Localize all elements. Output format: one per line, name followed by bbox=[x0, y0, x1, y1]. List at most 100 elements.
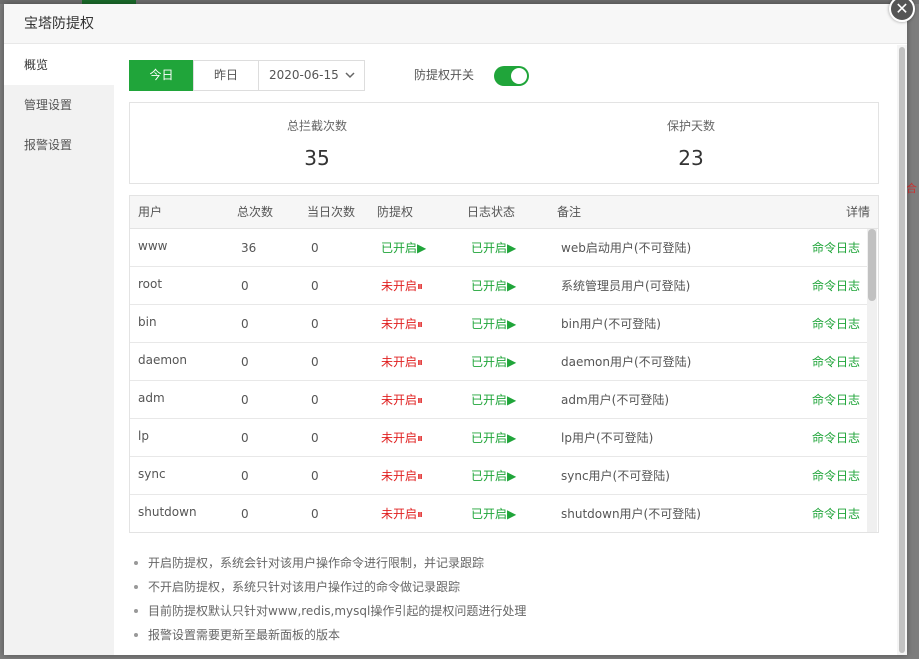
table-row: sync 0 0 未开启⏸ 已开启▶ sync用户(不可登陆) 命令日志 bbox=[130, 457, 868, 495]
chevron-down-icon bbox=[344, 61, 356, 101]
sidebar: 概览 管理设置 报警设置 bbox=[4, 45, 114, 655]
stats-panel: 总拦截次数 35 保护天数 23 bbox=[129, 102, 879, 184]
protect-toggle[interactable]: 未开启⏸ bbox=[381, 419, 423, 457]
cell-total: 0 bbox=[241, 355, 249, 369]
command-log-link[interactable]: 命令日志 bbox=[812, 381, 860, 419]
cell-total: 0 bbox=[241, 431, 249, 445]
log-toggle[interactable]: 已开启▶ bbox=[471, 381, 516, 419]
cell-user: adm bbox=[138, 391, 165, 405]
cell-note: daemon用户(不可登陆) bbox=[561, 355, 692, 369]
cell-user: bin bbox=[138, 315, 157, 329]
blocked-stat: 总拦截次数 35 bbox=[130, 103, 504, 170]
table-row: lp 0 0 未开启⏸ 已开启▶ lp用户(不可登陆) 命令日志 bbox=[130, 419, 868, 457]
log-toggle[interactable]: 已开启▶ bbox=[471, 419, 516, 457]
yesterday-button[interactable]: 昨日 bbox=[193, 60, 259, 91]
protect-toggle[interactable]: 未开启⏸ bbox=[381, 267, 423, 305]
note-item: 开启防提权，系统会针对该用户操作命令进行限制，并记录跟踪 bbox=[132, 551, 879, 575]
cell-note: web启动用户(不可登陆) bbox=[561, 241, 692, 255]
protect-toggle[interactable]: 已开启▶ bbox=[381, 229, 426, 267]
protect-switch[interactable] bbox=[494, 66, 529, 86]
header-today: 当日次数 bbox=[307, 205, 356, 219]
cell-today: 0 bbox=[311, 431, 319, 445]
header-detail: 详情 bbox=[845, 205, 870, 219]
sidebar-item-alerts[interactable]: 报警设置 bbox=[4, 125, 114, 165]
log-toggle[interactable]: 已开启▶ bbox=[471, 343, 516, 381]
cell-note: adm用户(不可登陆) bbox=[561, 393, 670, 407]
date-select[interactable]: 2020-06-15 bbox=[258, 60, 365, 91]
switch-knob bbox=[511, 68, 527, 84]
cell-total: 0 bbox=[241, 507, 249, 521]
modal-scroll-thumb[interactable] bbox=[899, 47, 905, 653]
date-value: 2020-06-15 bbox=[269, 68, 339, 82]
table-row: www 36 0 已开启▶ 已开启▶ web启动用户(不可登陆) 命令日志 bbox=[130, 229, 868, 267]
command-log-link[interactable]: 命令日志 bbox=[812, 305, 860, 343]
cell-user: daemon bbox=[138, 353, 187, 367]
header-log: 日志状态 bbox=[467, 205, 516, 219]
table-row: adm 0 0 未开启⏸ 已开启▶ adm用户(不可登陆) 命令日志 bbox=[130, 381, 868, 419]
cell-note: shutdown用户(不可登陆) bbox=[561, 507, 701, 521]
header-protect: 防提权 bbox=[377, 205, 414, 219]
cell-user: sync bbox=[138, 467, 166, 481]
cell-total: 0 bbox=[241, 469, 249, 483]
cell-today: 0 bbox=[311, 317, 319, 331]
cell-user: shutdown bbox=[138, 505, 197, 519]
table-body: www 36 0 已开启▶ 已开启▶ web启动用户(不可登陆) 命令日志 ro… bbox=[130, 229, 868, 532]
user-table: 用户 总次数 当日次数 防提权 日志状态 备注 详情 www 36 0 已开启▶… bbox=[129, 195, 879, 533]
command-log-link[interactable]: 命令日志 bbox=[812, 419, 860, 457]
cell-user: lp bbox=[138, 429, 149, 443]
anti-privilege-modal: 宝塔防提权 概览 管理设置 报警设置 今日 昨日 2020-06-15 防提权开… bbox=[4, 4, 907, 655]
table-row: daemon 0 0 未开启⏸ 已开启▶ daemon用户(不可登陆) 命令日志 bbox=[130, 343, 868, 381]
protect-toggle[interactable]: 未开启⏸ bbox=[381, 381, 423, 419]
protect-toggle[interactable]: 未开启⏸ bbox=[381, 495, 423, 532]
modal-title: 宝塔防提权 bbox=[4, 4, 907, 44]
log-toggle[interactable]: 已开启▶ bbox=[471, 457, 516, 495]
help-notes: 开启防提权，系统会针对该用户操作命令进行限制，并记录跟踪 不开启防提权，系统只针… bbox=[129, 551, 879, 647]
header-note: 备注 bbox=[557, 205, 582, 219]
blocked-label: 总拦截次数 bbox=[286, 119, 347, 133]
command-log-link[interactable]: 命令日志 bbox=[812, 495, 860, 532]
cell-total: 0 bbox=[241, 317, 249, 331]
protect-toggle[interactable]: 未开启⏸ bbox=[381, 305, 423, 343]
log-toggle[interactable]: 已开启▶ bbox=[471, 305, 516, 343]
header-user: 用户 bbox=[138, 205, 163, 219]
header-total: 总次数 bbox=[237, 205, 274, 219]
note-item: 目前防提权默认只针对www,redis,mysql操作引起的提权问题进行处理 bbox=[132, 599, 879, 623]
command-log-link[interactable]: 命令日志 bbox=[812, 343, 860, 381]
log-toggle[interactable]: 已开启▶ bbox=[471, 229, 516, 267]
cell-today: 0 bbox=[311, 507, 319, 521]
table-scrollbar[interactable] bbox=[867, 229, 877, 532]
protect-switch-label: 防提权开关 bbox=[414, 68, 475, 82]
cell-note: sync用户(不可登陆) bbox=[561, 469, 670, 483]
today-button[interactable]: 今日 bbox=[129, 60, 194, 91]
cell-total: 36 bbox=[241, 241, 257, 255]
note-item: 不开启防提权，系统只针对该用户操作过的命令做记录跟踪 bbox=[132, 575, 879, 599]
cell-note: bin用户(不可登陆) bbox=[561, 317, 661, 331]
protect-toggle[interactable]: 未开启⏸ bbox=[381, 457, 423, 495]
days-stat: 保护天数 23 bbox=[504, 103, 878, 170]
table-row: bin 0 0 未开启⏸ 已开启▶ bin用户(不可登陆) 命令日志 bbox=[130, 305, 868, 343]
command-log-link[interactable]: 命令日志 bbox=[812, 457, 860, 495]
protect-toggle[interactable]: 未开启⏸ bbox=[381, 343, 423, 381]
command-log-link[interactable]: 命令日志 bbox=[812, 229, 860, 267]
cell-user: www bbox=[138, 239, 168, 253]
table-scroll-thumb[interactable] bbox=[868, 229, 876, 301]
command-log-link[interactable]: 命令日志 bbox=[812, 267, 860, 305]
cell-today: 0 bbox=[311, 355, 319, 369]
days-value: 23 bbox=[678, 146, 704, 170]
log-toggle[interactable]: 已开启▶ bbox=[471, 267, 516, 305]
table-row: shutdown 0 0 未开启⏸ 已开启▶ shutdown用户(不可登陆) … bbox=[130, 495, 868, 532]
days-label: 保护天数 bbox=[666, 119, 715, 133]
modal-scrollbar[interactable] bbox=[897, 45, 907, 655]
log-toggle[interactable]: 已开启▶ bbox=[471, 495, 516, 532]
sidebar-item-management[interactable]: 管理设置 bbox=[4, 85, 114, 125]
cell-today: 0 bbox=[311, 241, 319, 255]
sidebar-item-overview[interactable]: 概览 bbox=[4, 45, 114, 85]
filter-row: 今日 昨日 2020-06-15 防提权开关 bbox=[129, 60, 879, 91]
cell-today: 0 bbox=[311, 393, 319, 407]
cell-today: 0 bbox=[311, 279, 319, 293]
note-item: 报警设置需要更新至最新面板的版本 bbox=[132, 623, 879, 647]
overview-content: 今日 昨日 2020-06-15 防提权开关 总拦截次数 35 保护天数 23 bbox=[129, 60, 879, 647]
blocked-value: 35 bbox=[304, 146, 330, 170]
cell-today: 0 bbox=[311, 469, 319, 483]
cell-note: lp用户(不可登陆) bbox=[561, 431, 654, 445]
